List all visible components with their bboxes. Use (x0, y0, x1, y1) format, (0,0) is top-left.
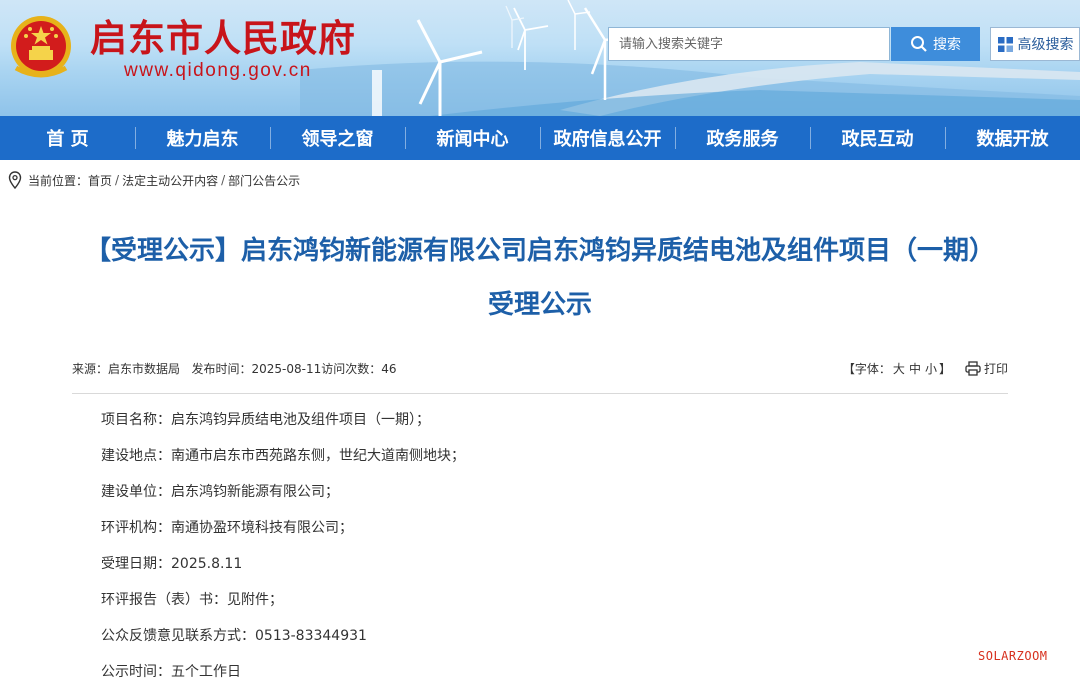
advanced-search-button[interactable]: 高级搜索 (990, 27, 1080, 61)
font-size-small[interactable]: 小 (925, 360, 937, 377)
font-size-large[interactable]: 大 (893, 360, 905, 377)
breadcrumb-home[interactable]: 首页 (88, 172, 112, 189)
nav-item-gov-info[interactable]: 政府信息公开 (540, 116, 675, 160)
meta-views: 访问次数：46 (321, 362, 397, 376)
breadcrumb-dept-notices[interactable]: 部门公告公示 (228, 172, 300, 189)
meta-source: 来源：启东市数据局 (72, 362, 181, 376)
breadcrumb-separator: / (221, 173, 226, 187)
article-meta: 来源：启东市数据局 发布时间：2025-08-11访问次数：46 【字体： 大 … (72, 358, 1008, 378)
meta-tools: 【字体： 大 中 小 】 打印 (843, 360, 1008, 377)
breadcrumb-separator: / (115, 173, 120, 187)
feedback-contact-row: 公众反馈意见联系方式：0513-83344931 (101, 628, 367, 644)
construction-unit-row: 建设单位：启东鸿钧新能源有限公司； (101, 484, 339, 500)
wind-turbine-icon (513, 7, 549, 70)
nav-item-gov-services[interactable]: 政务服务 (675, 116, 810, 160)
pier (372, 70, 382, 116)
font-size-prefix: 【字体： (842, 362, 891, 376)
meta-info: 来源：启东市数据局 发布时间：2025-08-11访问次数：46 (72, 360, 397, 377)
acceptance-date-row: 受理日期：2025.8.11 (101, 556, 243, 572)
font-size-suffix: 】 (938, 362, 951, 376)
nav-item-leadership[interactable]: 领导之窗 (270, 116, 405, 160)
article-title: 【受理公示】启东鸿钧新能源有限公司启东鸿钧异质结电池及组件项目（一期）受理公示 (84, 236, 995, 320)
nav-item-news[interactable]: 新闻中心 (405, 116, 540, 160)
breadcrumb-prefix: 当前位置： (28, 173, 89, 188)
nav-item-interaction[interactable]: 政民互动 (810, 116, 945, 160)
advanced-search-label: 高级搜索 (1017, 37, 1074, 53)
search-input[interactable] (609, 28, 889, 60)
site-url: www.qidong.gov.cn (124, 60, 312, 81)
header-banner: 启东市人民政府 www.qidong.gov.cn 搜索 高级搜索 (0, 0, 1080, 116)
search-icon (911, 36, 927, 52)
font-size-medium[interactable]: 中 (909, 360, 921, 377)
site-title: 启东市人民政府 (90, 16, 356, 60)
publicity-period-row: 公示时间：五个工作日 (101, 664, 241, 680)
breadcrumb-public-content[interactable]: 法定主动公开内容 (122, 172, 218, 189)
divider (72, 393, 1008, 394)
construction-site-row: 建设地点：南通市启东市西苑路东侧，世纪大道南侧地块； (101, 448, 465, 464)
meta-publish-time: 发布时间：2025-08-11 (191, 362, 322, 376)
breadcrumb: 当前位置： 首页 / 法定主动公开内容 / 部门公告公示 (8, 170, 300, 190)
search-button-label: 搜索 (933, 37, 961, 53)
national-emblem-icon (11, 16, 71, 78)
eia-report-row: 环评报告（表）书：见附件； (101, 592, 283, 608)
print-button[interactable]: 打印 (965, 360, 1008, 377)
search-button[interactable]: 搜索 (891, 27, 980, 61)
main-nav: 首 页 魅力启东 领导之窗 新闻中心 政府信息公开 政务服务 政民互动 数据开放 (0, 116, 1080, 160)
grid-icon (997, 36, 1013, 52)
nav-item-open-data[interactable]: 数据开放 (945, 116, 1080, 160)
print-label: 打印 (983, 362, 1008, 376)
watermark: SOLARZOOM (978, 649, 1048, 663)
search-field[interactable] (608, 27, 890, 61)
wind-turbine-icon (567, 0, 591, 50)
nav-item-home[interactable]: 首 页 (0, 116, 135, 160)
eia-agency-row: 环评机构：南通协盈环境科技有限公司； (101, 520, 353, 536)
project-name-row: 项目名称：启东鸿钧异质结电池及组件项目（一期）； (101, 412, 430, 428)
location-pin-icon (8, 171, 22, 189)
printer-icon (965, 361, 981, 376)
nav-item-charm-qidong[interactable]: 魅力启东 (135, 116, 270, 160)
article-body: 项目名称：启东鸿钧异质结电池及组件项目（一期）； 建设地点：南通市启东市西苑路东… (101, 408, 981, 692)
